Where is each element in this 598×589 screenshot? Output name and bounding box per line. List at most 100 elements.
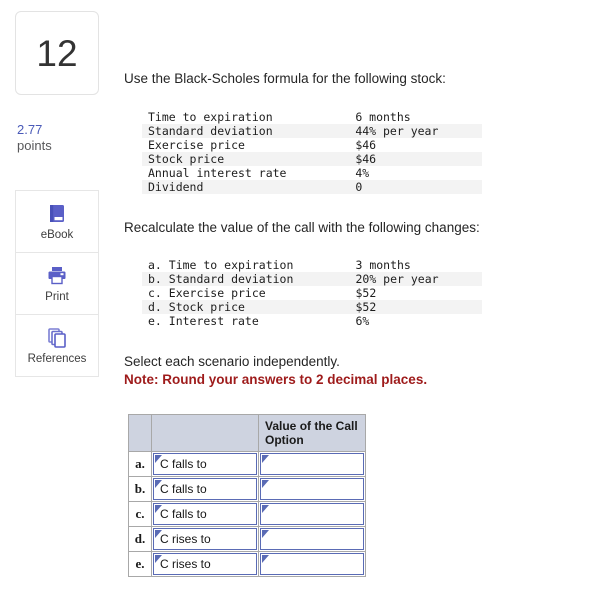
change-value: 20% per year: [355, 272, 482, 286]
recalculate-prompt: Recalculate the value of the call with t…: [124, 220, 480, 235]
param-label: Standard deviation: [142, 124, 356, 138]
direction-select-c[interactable]: C falls to: [151, 501, 259, 527]
table-row: c. C falls to: [128, 501, 366, 527]
row-letter: d.: [128, 526, 152, 552]
direction-select-d[interactable]: C rises to: [151, 526, 259, 552]
book-icon: [44, 202, 70, 226]
table-row: d. Stock price $52: [142, 300, 482, 314]
param-value: 0: [355, 180, 482, 194]
table-row: e. Interest rate 6%: [142, 314, 482, 328]
answer-table-header-row: Value of the Call Option: [128, 414, 366, 452]
direction-value: C falls to: [160, 482, 207, 496]
param-label: Dividend: [142, 180, 356, 194]
direction-value: C falls to: [160, 507, 207, 521]
param-label: Annual interest rate: [148, 166, 287, 180]
table-row: d. C rises to: [128, 526, 366, 552]
references-label: References: [27, 352, 87, 365]
table-row: Exercise price $46: [142, 138, 482, 152]
points-block: 2.77 points: [17, 122, 107, 154]
table-row: b. Standard deviation 20% per year: [142, 272, 482, 286]
answer-table-head: Value of the Call Option: [128, 414, 366, 452]
table-row: b. C falls to: [128, 476, 366, 502]
direction-field[interactable]: C rises to: [153, 553, 257, 575]
ebook-label: eBook: [40, 228, 74, 241]
dropdown-marker-icon: [262, 455, 269, 463]
value-input-e[interactable]: [258, 551, 366, 577]
change-label: e. Interest rate: [148, 314, 259, 328]
change-label: c. Exercise price: [148, 286, 266, 300]
print-label: Print: [45, 290, 69, 303]
param-value: 4%: [355, 166, 370, 180]
direction-value: C rises to: [160, 557, 211, 571]
param-label: Stock price: [142, 152, 356, 166]
value-input-c[interactable]: [258, 501, 366, 527]
printer-icon: [44, 264, 70, 288]
change-value: 6%: [355, 314, 370, 328]
change-value: $52: [355, 300, 482, 314]
question-number-box: 12: [15, 11, 99, 95]
param-label: Time to expiration: [148, 110, 273, 124]
table-row: Time to expiration 6 months: [142, 110, 482, 124]
direction-select-b[interactable]: C falls to: [151, 476, 259, 502]
table-row: Dividend 0: [142, 180, 482, 194]
references-button[interactable]: References: [16, 315, 98, 376]
header-value-col: Value of the Call Option: [258, 414, 366, 452]
question-sidebar: 12 2.77 points eBook Print References: [0, 0, 120, 589]
value-field[interactable]: [260, 453, 364, 475]
direction-field[interactable]: C falls to: [153, 478, 257, 500]
question-number: 12: [36, 32, 78, 74]
table-row: a. C falls to: [128, 451, 366, 477]
change-label: b. Standard deviation: [142, 272, 356, 286]
row-letter: c.: [128, 501, 152, 527]
scenario-changes-body: a. Time to expiration 3 months b. Standa…: [142, 258, 482, 328]
pages-stack-icon: [44, 326, 70, 350]
param-value: $46: [355, 152, 482, 166]
dropdown-marker-icon: [262, 555, 269, 563]
row-letter: b.: [128, 476, 152, 502]
dropdown-marker-icon: [262, 530, 269, 538]
header-letter-col: [128, 414, 152, 452]
value-field[interactable]: [260, 553, 364, 575]
ebook-button[interactable]: eBook: [16, 191, 98, 253]
value-field[interactable]: [260, 503, 364, 525]
direction-value: C falls to: [160, 457, 207, 471]
change-value: 3 months: [355, 258, 411, 272]
value-input-b[interactable]: [258, 476, 366, 502]
direction-value: C rises to: [160, 532, 211, 546]
change-label: a. Time to expiration: [148, 258, 294, 272]
table-row: Stock price $46: [142, 152, 482, 166]
direction-field[interactable]: C rises to: [153, 528, 257, 550]
points-label: points: [17, 138, 52, 153]
table-row: Standard deviation 44% per year: [142, 124, 482, 138]
value-field[interactable]: [260, 528, 364, 550]
table-row: a. Time to expiration 3 months: [142, 258, 482, 272]
value-input-a[interactable]: [258, 451, 366, 477]
param-value: 6 months: [355, 110, 411, 124]
points-value: 2.77: [17, 122, 43, 137]
given-parameters-body: Time to expiration 6 months Standard dev…: [142, 110, 482, 194]
change-label: d. Stock price: [142, 300, 356, 314]
answer-table-body: a. C falls to b. C falls to c. C falls t…: [128, 451, 366, 577]
answer-table: Value of the Call Option a. C falls to b…: [128, 414, 366, 577]
direction-field[interactable]: C falls to: [153, 453, 257, 475]
dropdown-marker-icon: [262, 505, 269, 513]
param-value: $46: [355, 138, 377, 152]
direction-select-a[interactable]: C falls to: [151, 451, 259, 477]
table-row: e. C rises to: [128, 551, 366, 577]
tool-button-group: eBook Print References: [15, 190, 99, 377]
intro-prompt: Use the Black-Scholes formula for the fo…: [124, 71, 446, 86]
print-button[interactable]: Print: [16, 253, 98, 315]
direction-select-e[interactable]: C rises to: [151, 551, 259, 577]
header-direction-col: [151, 414, 259, 452]
rounding-note: Note: Round your answers to 2 decimal pl…: [124, 372, 428, 387]
table-row: Annual interest rate 4%: [142, 166, 482, 180]
given-parameters-table: Time to expiration 6 months Standard dev…: [142, 110, 482, 194]
change-value: $52: [355, 286, 377, 300]
table-row: c. Exercise price $52: [142, 286, 482, 300]
direction-field[interactable]: C falls to: [153, 503, 257, 525]
value-field[interactable]: [260, 478, 364, 500]
scenario-changes-table: a. Time to expiration 3 months b. Standa…: [142, 258, 482, 328]
row-letter: a.: [128, 451, 152, 477]
value-input-d[interactable]: [258, 526, 366, 552]
row-letter: e.: [128, 551, 152, 577]
